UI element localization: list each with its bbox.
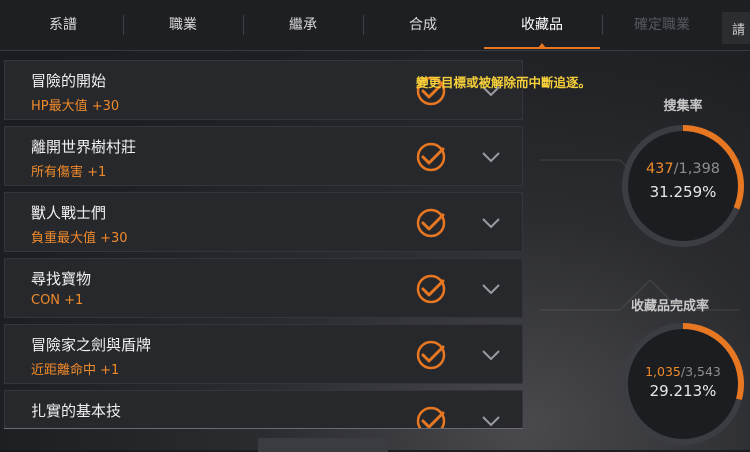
completed-check-icon[interactable] <box>415 273 447 305</box>
system-notice: 變更目標或被解除而中斷追逐。 <box>416 75 592 90</box>
collection-item[interactable]: 冒險家之劍與盾牌 近距離命中 +1 <box>4 324 523 384</box>
search-rate-total: /1,398 <box>673 161 721 177</box>
completion-rate-label: 收藏品完成率 <box>630 299 709 314</box>
tab-bar: 系譜 職業 繼承 合成 收藏品 確定職業 請 <box>0 0 750 51</box>
completed-check-icon[interactable] <box>415 207 447 239</box>
collection-item-title: 冒險家之劍與盾牌 <box>31 336 152 354</box>
completion-rate-total: /3,543 <box>680 364 721 379</box>
collection-item-bonus: 負重最大值 +30 <box>31 231 128 246</box>
chevron-down-icon[interactable] <box>479 213 503 233</box>
tab-confirm-class[interactable]: 確定職業 <box>602 0 722 48</box>
completion-rate-count: 1,035/3,543 <box>617 364 749 379</box>
collection-item[interactable]: 尋找寶物 CON +1 <box>4 258 523 318</box>
collection-item-bonus: CON +1 <box>31 293 84 308</box>
collection-item-bonus: 所有傷害 +1 <box>31 165 107 180</box>
search-rate-label: 搜集率 <box>663 99 703 114</box>
completion-rate-percent: 29.213% <box>649 382 717 400</box>
collection-item[interactable]: 獸人戰士們 負重最大值 +30 <box>4 192 523 252</box>
collection-item-title: 尋找寶物 <box>31 270 92 288</box>
tab-synthesis[interactable]: 合成 <box>363 0 483 48</box>
completed-check-icon[interactable] <box>415 405 447 428</box>
tab-inheritance[interactable]: 繼承 <box>243 0 363 48</box>
search-rate-current: 437 <box>645 161 674 177</box>
list-divider <box>4 428 523 429</box>
tab-partial-button[interactable]: 請 <box>722 12 750 44</box>
tab-collection[interactable]: 收藏品 <box>482 0 602 49</box>
tab-class[interactable]: 職業 <box>123 0 243 48</box>
completed-check-icon[interactable] <box>415 141 447 173</box>
search-rate-percent: 31.259% <box>649 183 717 201</box>
collection-item-bonus: HP最大值 +30 <box>31 99 120 114</box>
collection-item-title: 離開世界樹村莊 <box>31 138 137 156</box>
chevron-down-icon[interactable] <box>479 345 503 365</box>
active-tab-caret-icon <box>538 43 546 48</box>
chevron-down-icon[interactable] <box>479 147 503 167</box>
collection-item[interactable]: 離開世界樹村莊 所有傷害 +1 <box>4 126 523 186</box>
chevron-down-icon[interactable] <box>479 279 503 299</box>
collection-item[interactable]: 扎實的基本技 <box>4 390 523 428</box>
chevron-down-icon[interactable] <box>479 411 503 428</box>
collection-item-title: 冒險的開始 <box>31 72 107 90</box>
tab-collection-label: 收藏品 <box>521 17 563 33</box>
collection-item-title: 扎實的基本技 <box>31 402 122 420</box>
collection-item-bonus: 近距離命中 +1 <box>31 363 120 378</box>
completion-rate-current: 1,035 <box>645 364 681 379</box>
search-rate-count: 437/1,398 <box>617 161 749 177</box>
collection-list[interactable]: 冒險的開始 HP最大值 +30 離開世界樹村莊 所有傷害 +1 獸人戰士們 負重… <box>4 60 524 428</box>
completed-check-icon[interactable] <box>415 339 447 371</box>
tab-genealogy[interactable]: 系譜 <box>3 0 123 48</box>
collection-item-title: 獸人戰士們 <box>31 204 107 222</box>
